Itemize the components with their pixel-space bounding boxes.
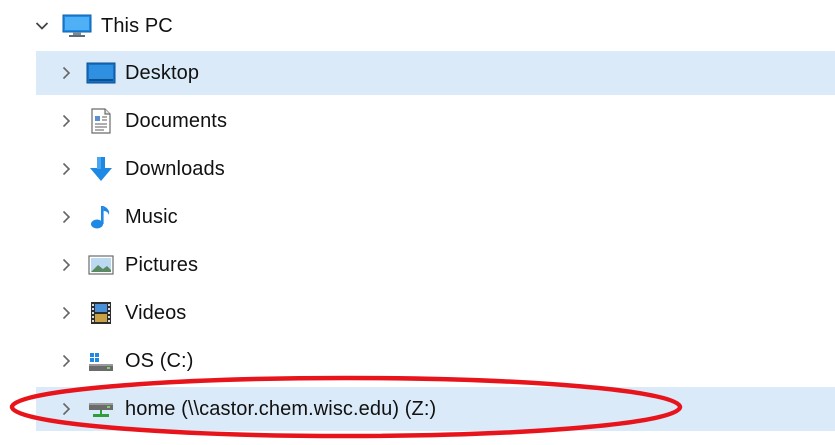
chevron-right-icon[interactable]: [56, 111, 76, 131]
tree-item-label: Desktop: [125, 61, 200, 84]
tree-item-videos[interactable]: Videos: [36, 291, 835, 335]
chevron-right-icon[interactable]: [56, 207, 76, 227]
chevron-right-icon[interactable]: [56, 159, 76, 179]
videos-icon: [86, 300, 116, 326]
tree-item-label: This PC: [101, 14, 173, 37]
downloads-icon: [86, 156, 116, 182]
tree-item-label: Music: [125, 205, 178, 228]
tree-item-pictures[interactable]: Pictures: [36, 243, 835, 287]
chevron-right-icon[interactable]: [56, 399, 76, 419]
navigation-tree: This PC Desktop Documents Downloads Musi…: [0, 0, 835, 445]
tree-item-label: home (\\castor.chem.wisc.edu) (Z:): [125, 397, 437, 420]
desktop-icon: [86, 60, 116, 86]
tree-item-desktop[interactable]: Desktop: [36, 51, 835, 95]
network-drive-icon: [86, 396, 116, 422]
tree-item-downloads[interactable]: Downloads: [36, 147, 835, 191]
tree-item-label: Pictures: [125, 253, 199, 276]
documents-icon: [86, 108, 116, 134]
tree-item-label: OS (C:): [125, 349, 194, 372]
pictures-icon: [86, 252, 116, 278]
tree-item-label: Downloads: [125, 157, 225, 180]
chevron-down-icon[interactable]: [32, 16, 52, 36]
tree-item-this-pc[interactable]: This PC: [0, 4, 835, 48]
chevron-right-icon[interactable]: [56, 255, 76, 275]
local-drive-icon: [86, 348, 116, 374]
music-icon: [86, 204, 116, 230]
tree-item-documents[interactable]: Documents: [36, 99, 835, 143]
this-pc-icon: [62, 13, 92, 39]
chevron-right-icon[interactable]: [56, 63, 76, 83]
tree-item-music[interactable]: Music: [36, 195, 835, 239]
tree-item-home-z[interactable]: home (\\castor.chem.wisc.edu) (Z:): [36, 387, 835, 431]
chevron-right-icon[interactable]: [56, 303, 76, 323]
tree-item-os-c[interactable]: OS (C:): [36, 339, 835, 383]
tree-item-label: Documents: [125, 109, 228, 132]
chevron-right-icon[interactable]: [56, 351, 76, 371]
tree-item-label: Videos: [125, 301, 187, 324]
